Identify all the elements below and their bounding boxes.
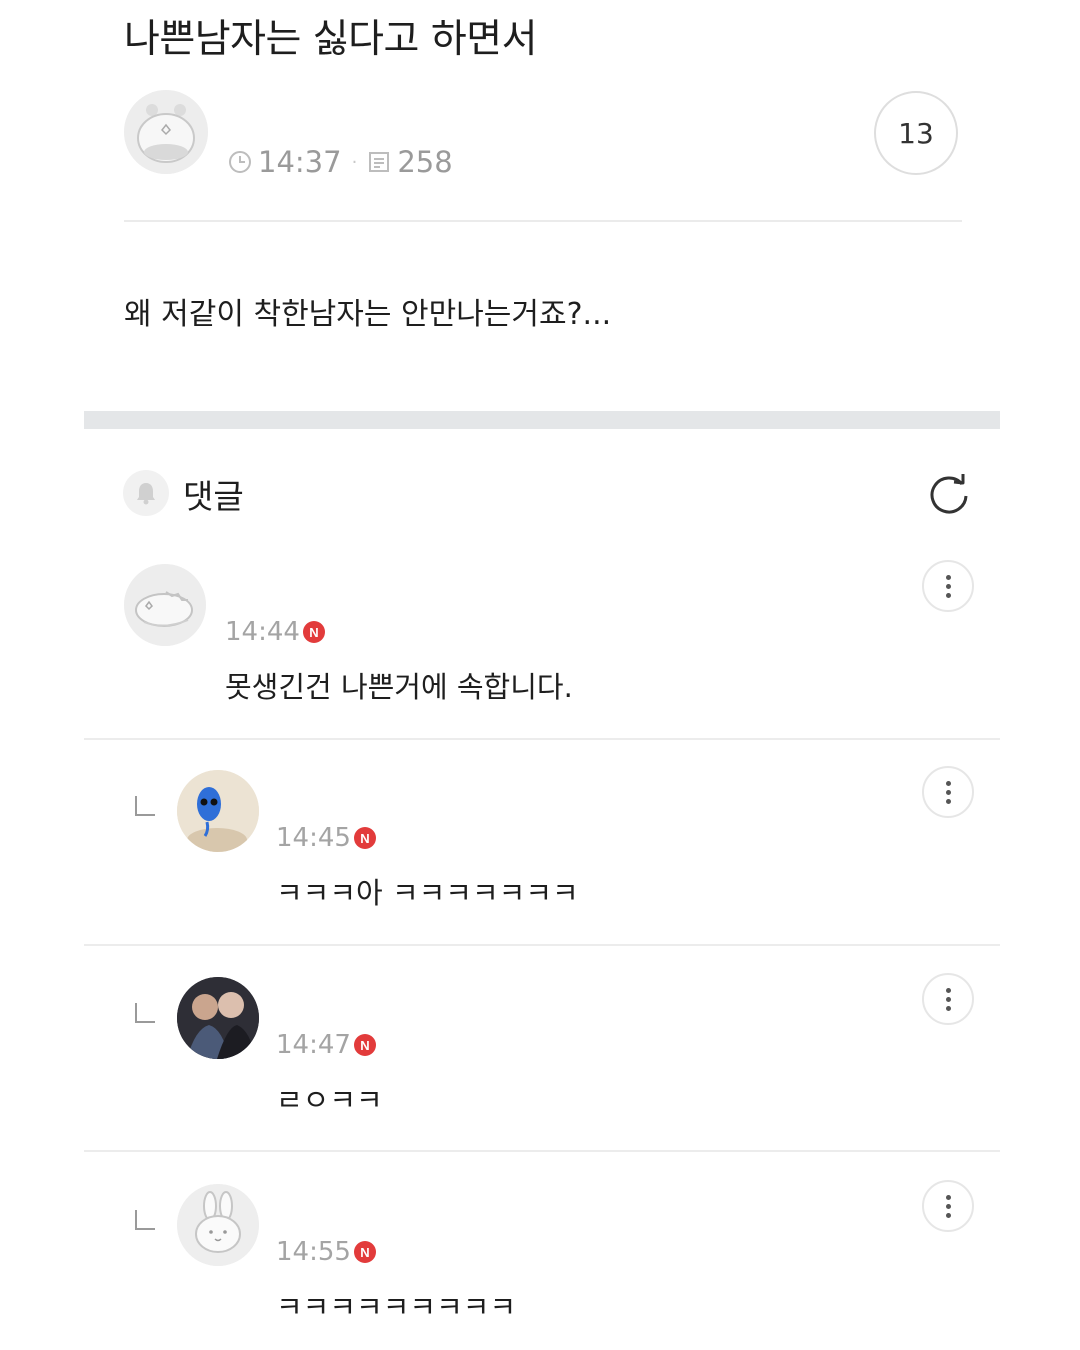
photo-avatar-icon <box>177 977 259 1059</box>
comment-text: ㄹㅇㅋㅋ <box>276 1083 383 1117</box>
comment-text: ㅋㅋㅋㅋㅋㅋㅋㅋㅋ <box>276 1290 517 1324</box>
dinosaur-avatar-icon <box>124 564 206 646</box>
author-avatar[interactable] <box>124 90 208 174</box>
more-vertical-icon[interactable] <box>922 973 974 1025</box>
hamster-avatar-icon <box>124 90 208 174</box>
refresh-icon[interactable] <box>922 466 976 520</box>
new-badge: N <box>353 1241 376 1263</box>
reply-indent-icon <box>135 1210 155 1230</box>
comment-separator <box>84 1150 1000 1152</box>
new-badge: N <box>353 1034 376 1056</box>
reply-item: 14:45 N ㅋㅋㅋ아 ㅋㅋㅋㅋㅋㅋㅋ <box>0 766 1080 946</box>
reply-indent-icon <box>135 796 155 816</box>
new-badge: N <box>353 827 376 849</box>
clock-icon <box>228 150 252 174</box>
comment-text: ㅋㅋㅋ아 ㅋㅋㅋㅋㅋㅋㅋ <box>276 876 579 910</box>
new-badge: N <box>302 621 325 643</box>
document-icon <box>367 150 391 174</box>
header-divider <box>124 220 962 222</box>
comment-time-row: 14:55 N <box>276 1234 376 1270</box>
comment-separator <box>84 944 1000 946</box>
bell-icon[interactable] <box>123 470 169 516</box>
more-vertical-icon[interactable] <box>922 560 974 612</box>
post-title: 나쁜남자는 싫다고 하면서 <box>124 17 537 62</box>
reply-indent-icon <box>135 1003 155 1023</box>
meta-separator: · <box>351 151 358 173</box>
character-avatar-icon <box>177 770 259 852</box>
comment-time: 14:55 <box>276 1237 351 1267</box>
post-views: 258 <box>397 145 453 179</box>
rabbit-avatar-icon <box>177 1184 259 1266</box>
comment-time: 14:47 <box>276 1030 351 1060</box>
commenter-avatar[interactable] <box>177 1184 259 1266</box>
commenter-avatar[interactable] <box>124 564 206 646</box>
section-divider <box>84 411 1000 429</box>
reply-item: 14:55 N ㅋㅋㅋㅋㅋㅋㅋㅋㅋ <box>0 1180 1080 1350</box>
comment-time-row: 14:45 N <box>276 820 376 856</box>
comment-text: 못생긴건 나쁜거에 속합니다. <box>225 670 573 704</box>
commenter-avatar[interactable] <box>177 770 259 852</box>
post-body: 왜 저같이 착한남자는 안만나는거죠?... <box>124 297 612 332</box>
commenter-avatar[interactable] <box>177 977 259 1059</box>
comment-separator <box>84 738 1000 740</box>
post-time: 14:37 <box>258 145 342 179</box>
comment-time-row: 14:47 N <box>276 1027 376 1063</box>
comment-time-row: 14:44 N <box>225 614 325 650</box>
more-vertical-icon[interactable] <box>922 1180 974 1232</box>
comment-count-button[interactable]: 13 <box>874 91 958 175</box>
comments-label: 댓글 <box>183 477 244 516</box>
post-meta: 14:37 · 258 <box>228 142 453 182</box>
comment-time: 14:44 <box>225 617 300 647</box>
comment-time: 14:45 <box>276 823 351 853</box>
reply-item: 14:47 N ㄹㅇㅋㅋ <box>0 973 1080 1153</box>
more-vertical-icon[interactable] <box>922 766 974 818</box>
comment-item: 14:44 N 못생긴건 나쁜거에 속합니다. <box>0 560 1080 740</box>
